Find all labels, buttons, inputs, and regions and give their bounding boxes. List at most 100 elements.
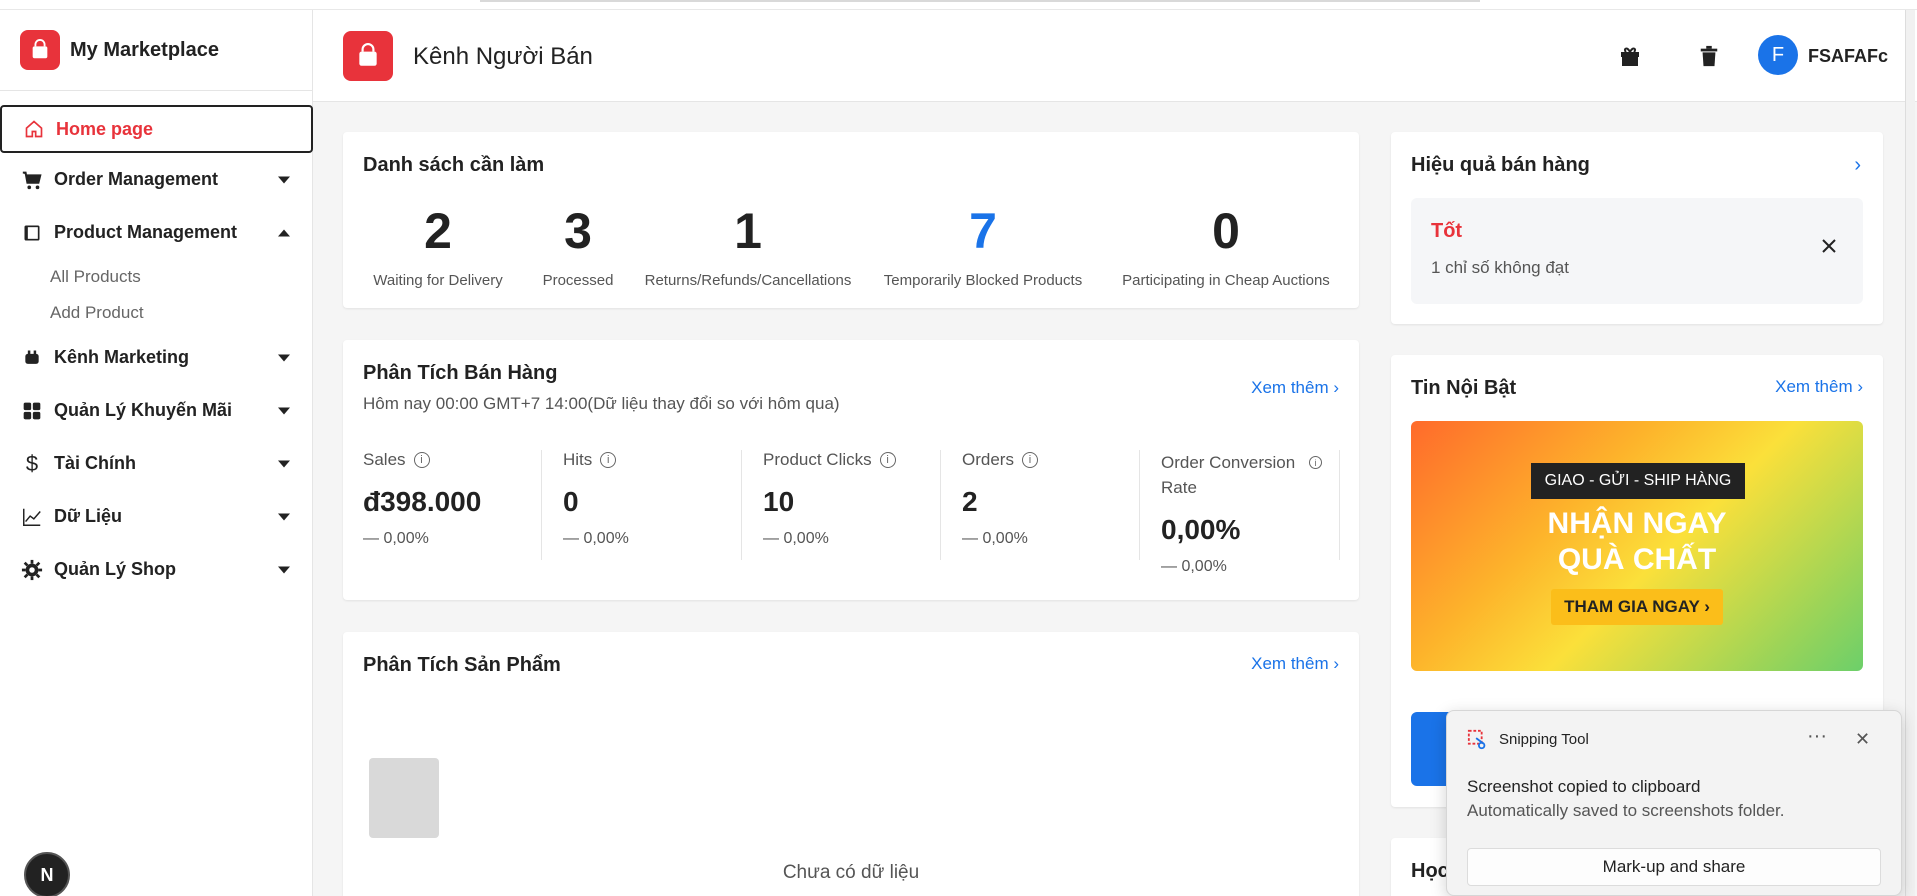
divider [1139,450,1140,560]
metric-label: Order Conversion Rate [1161,453,1296,497]
promo-banner[interactable]: GIAO - GỬI - SHIP HÀNG NHẬN NGAY QUÀ CHẤ… [1411,421,1863,671]
banner-cta-button[interactable]: THAM GIA NGAY › [1551,589,1723,625]
markup-and-share-button[interactable]: Mark-up and share [1467,848,1881,886]
stat-value: 2 [424,203,452,259]
page-title: Kênh Người Bán [413,43,593,70]
sidebar-item-label: Dữ Liệu [54,506,123,526]
todo-stat-returns[interactable]: 1 Returns/Refunds/Cancellations [643,202,853,289]
metric-change: — 0,00% [363,530,429,547]
gear-icon [20,558,44,582]
sidebar-item-product-management[interactable]: Product Management [0,206,312,259]
performance-status-box: Tốt 1 chỉ số không đạt [1411,198,1863,304]
news-see-more-link[interactable]: Xem thêm › [1775,377,1863,397]
chevron-right-icon[interactable]: › [1854,154,1861,177]
metric-change: — 0,00% [1161,558,1227,575]
stat-label: Returns/Refunds/Cancellations [644,272,852,289]
metric-value: đ398.000 [363,486,482,517]
metric-orders[interactable]: Orders i 2 — 0,00% [962,450,1137,560]
metric-label: Hits [563,450,593,469]
divider [1339,450,1340,560]
empty-state-text: Chưa có dữ liệu [782,862,920,883]
close-icon[interactable]: ✕ [1855,729,1870,750]
sidebar-item-home[interactable]: Home page [0,105,313,153]
info-icon[interactable]: i [600,452,617,468]
stat-value: 3 [564,203,592,259]
line-chart-icon [20,505,44,529]
info-icon[interactable]: i [413,452,430,468]
browser-top-strip [0,0,1917,10]
stat-label: Waiting for Delivery [373,272,503,289]
home-icon [22,117,46,141]
marketing-icon [20,346,44,370]
stat-value: 0 [1212,203,1240,259]
sidebar-item-label: Quản Lý Shop [54,559,177,579]
todo-stat-blocked-products[interactable]: 7 Temporarily Blocked Products [878,202,1088,289]
avatar[interactable]: F [1758,35,1798,75]
product-analytics-card: Phân Tích Sản Phẩm Xem thêm › Chưa có dữ… [343,632,1359,896]
sidebar-item-promotions[interactable]: Quản Lý Khuyến Mãi [0,384,312,437]
toast-submessage: Automatically saved to screenshots folde… [1467,801,1785,820]
divider [940,450,941,560]
dev-tools-badge[interactable]: N [24,852,70,896]
info-icon[interactable]: i [1309,456,1322,469]
sales-see-more-link[interactable]: Xem thêm › [1251,378,1339,398]
sidebar-item-label: Home page [56,118,154,139]
dollar-icon: $ [25,450,39,476]
more-options-icon[interactable]: ··· [1807,725,1827,748]
grid-icon [20,399,44,423]
metric-label: Sales [363,450,406,469]
metric-hits[interactable]: Hits i 0 — 0,00% [563,450,738,560]
todo-stat-waiting-delivery[interactable]: 2 Waiting for Delivery [373,202,503,289]
sidebar-item-finance[interactable]: $ Tài Chính [0,437,312,490]
close-icon[interactable] [1821,238,1837,259]
chevron-down-icon [278,354,290,361]
trash-icon[interactable] [1695,42,1723,70]
snipping-tool-toast: Snipping Tool ··· ✕ Screenshot copied to… [1446,710,1902,896]
sidebar-subitem-all-products[interactable]: All Products [0,259,312,295]
toast-app-name: Snipping Tool [1499,731,1589,748]
metric-sales[interactable]: Sales i đ398.000 — 0,00% [363,450,538,560]
sidebar-item-label: Order Management [54,169,219,189]
sidebar-subitem-add-product[interactable]: Add Product [0,295,312,331]
sidebar-item-order-management[interactable]: Order Management [0,153,312,206]
sidebar-item-marketing[interactable]: Kênh Marketing [0,331,312,384]
sidebar-item-label: Product Management [54,222,238,242]
metric-value: 0,00% [1161,514,1241,545]
product-analytics-see-more-link[interactable]: Xem thêm › [1251,654,1339,674]
todo-stat-processed[interactable]: 3 Processed [528,202,628,289]
todo-title: Danh sách cần làm [363,154,545,176]
metric-order-conversion-rate[interactable]: Order Conversion Rate i 0,00% — 0,00% [1161,450,1341,575]
shopping-bag-icon [343,31,393,81]
cart-icon [20,168,44,192]
metric-change: — 0,00% [962,530,1028,547]
stat-label: Processed [542,272,614,289]
chevron-down-icon [278,460,290,467]
todo-stat-cheap-auctions[interactable]: 0 Participating in Cheap Auctions [1111,202,1341,289]
info-icon[interactable]: i [879,452,896,468]
product-analytics-title: Phân Tích Sản Phẩm [363,654,561,676]
toast-message: Screenshot copied to clipboard [1467,777,1701,796]
sidebar-brand[interactable]: My Marketplace [0,10,312,91]
sales-performance-card: Hiệu quả bán hàng › Tốt 1 chỉ số không đ… [1391,132,1883,324]
top-header: Kênh Người Bán F FSAFAFc [313,10,1917,102]
learn-title: Học [1411,860,1449,882]
metric-change: — 0,00% [763,530,829,547]
chevron-down-icon [278,513,290,520]
username[interactable]: FSAFAFc [1808,46,1888,67]
snipping-tool-icon [1467,729,1489,751]
sidebar-item-shop[interactable]: Quản Lý Shop [0,543,312,596]
stat-value: 1 [734,203,762,259]
sidebar-item-data[interactable]: Dữ Liệu [0,490,312,543]
page-scrollbar[interactable] [1905,10,1915,896]
metric-change: — 0,00% [563,530,629,547]
info-icon[interactable]: i [1021,452,1038,468]
metric-product-clicks[interactable]: Product Clicks i 10 — 0,00% [763,450,938,560]
performance-detail: 1 chỉ số không đạt [1431,258,1569,277]
metric-value: 10 [763,486,795,517]
sales-analytics-card: Phân Tích Bán Hàng Hôm nay 00:00 GMT+7 1… [343,340,1359,600]
gift-icon[interactable] [1616,42,1644,70]
performance-status: Tốt [1431,220,1463,242]
chevron-down-icon [278,176,290,183]
divider [541,450,542,560]
empty-placeholder-image [369,758,439,838]
